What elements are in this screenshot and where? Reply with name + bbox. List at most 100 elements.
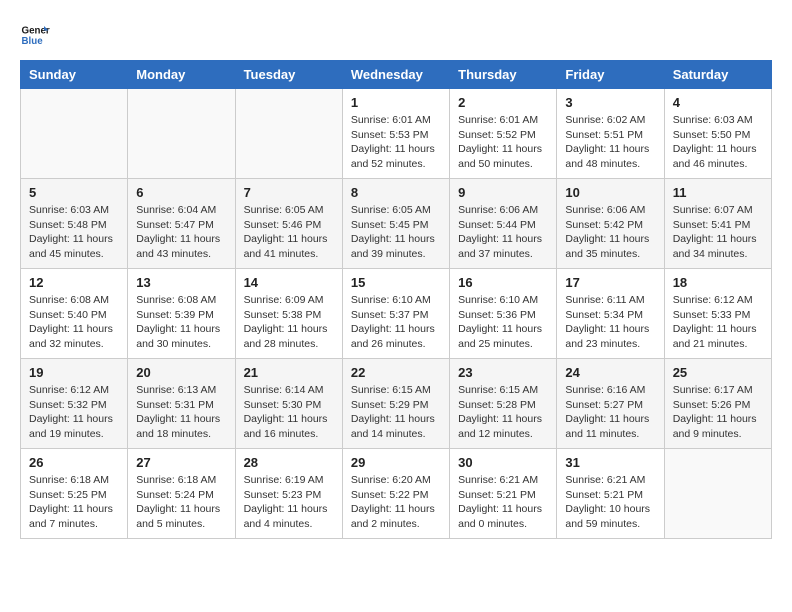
day-number: 31	[565, 455, 655, 470]
day-info: Sunrise: 6:03 AM Sunset: 5:50 PM Dayligh…	[673, 113, 763, 172]
day-number: 19	[29, 365, 119, 380]
day-number: 11	[673, 185, 763, 200]
day-info: Sunrise: 6:15 AM Sunset: 5:28 PM Dayligh…	[458, 383, 548, 442]
day-info: Sunrise: 6:17 AM Sunset: 5:26 PM Dayligh…	[673, 383, 763, 442]
day-number: 13	[136, 275, 226, 290]
day-number: 3	[565, 95, 655, 110]
calendar-week-row: 5 Sunrise: 6:03 AM Sunset: 5:48 PM Daylig…	[21, 179, 772, 269]
calendar-cell: 17 Sunrise: 6:11 AM Sunset: 5:34 PM Dayli…	[557, 269, 664, 359]
calendar-cell: 29 Sunrise: 6:20 AM Sunset: 5:22 PM Dayli…	[342, 449, 449, 539]
calendar-cell: 26Sunrise: 6:18 AM Sunset: 5:25 PM Dayli…	[21, 449, 128, 539]
day-info: Sunrise: 6:13 AM Sunset: 5:31 PM Dayligh…	[136, 383, 226, 442]
day-info: Sunrise: 6:14 AM Sunset: 5:30 PM Dayligh…	[244, 383, 334, 442]
calendar-cell: 30Sunrise: 6:21 AM Sunset: 5:21 PM Dayli…	[450, 449, 557, 539]
day-info: Sunrise: 6:03 AM Sunset: 5:48 PM Dayligh…	[29, 203, 119, 262]
calendar-cell: 27 Sunrise: 6:18 AM Sunset: 5:24 PM Dayli…	[128, 449, 235, 539]
calendar-table: SundayMondayTuesdayWednesdayThursdayFrid…	[20, 60, 772, 539]
day-info: Sunrise: 6:08 AM Sunset: 5:39 PM Dayligh…	[136, 293, 226, 352]
day-info: Sunrise: 6:07 AM Sunset: 5:41 PM Dayligh…	[673, 203, 763, 262]
calendar-cell: 16 Sunrise: 6:10 AM Sunset: 5:36 PM Dayli…	[450, 269, 557, 359]
calendar-cell: 31 Sunrise: 6:21 AM Sunset: 5:21 PM Dayli…	[557, 449, 664, 539]
calendar-cell	[235, 89, 342, 179]
day-info: Sunrise: 6:10 AM Sunset: 5:37 PM Dayligh…	[351, 293, 441, 352]
weekday-header: Monday	[128, 61, 235, 89]
day-number: 29	[351, 455, 441, 470]
day-info: Sunrise: 6:06 AM Sunset: 5:42 PM Dayligh…	[565, 203, 655, 262]
calendar-week-row: 19 Sunrise: 6:12 AM Sunset: 5:32 PM Dayli…	[21, 359, 772, 449]
day-info: Sunrise: 6:09 AM Sunset: 5:38 PM Dayligh…	[244, 293, 334, 352]
day-info: Sunrise: 6:10 AM Sunset: 5:36 PM Dayligh…	[458, 293, 548, 352]
day-number: 17	[565, 275, 655, 290]
day-info: Sunrise: 6:01 AM Sunset: 5:52 PM Dayligh…	[458, 113, 548, 172]
weekday-header: Wednesday	[342, 61, 449, 89]
calendar-cell	[664, 449, 771, 539]
calendar-cell: 4Sunrise: 6:03 AM Sunset: 5:50 PM Daylig…	[664, 89, 771, 179]
calendar-cell: 22Sunrise: 6:15 AM Sunset: 5:29 PM Dayli…	[342, 359, 449, 449]
weekday-header: Tuesday	[235, 61, 342, 89]
day-number: 7	[244, 185, 334, 200]
calendar-week-row: 12 Sunrise: 6:08 AM Sunset: 5:40 PM Dayli…	[21, 269, 772, 359]
calendar-cell: 1 Sunrise: 6:01 AM Sunset: 5:53 PM Daylig…	[342, 89, 449, 179]
day-info: Sunrise: 6:12 AM Sunset: 5:32 PM Dayligh…	[29, 383, 119, 442]
day-info: Sunrise: 6:08 AM Sunset: 5:40 PM Dayligh…	[29, 293, 119, 352]
calendar-header-row: SundayMondayTuesdayWednesdayThursdayFrid…	[21, 61, 772, 89]
svg-text:Blue: Blue	[22, 36, 44, 47]
logo-icon: General Blue	[20, 20, 50, 50]
day-number: 24	[565, 365, 655, 380]
weekday-header: Thursday	[450, 61, 557, 89]
day-info: Sunrise: 6:05 AM Sunset: 5:45 PM Dayligh…	[351, 203, 441, 262]
calendar-cell: 18Sunrise: 6:12 AM Sunset: 5:33 PM Dayli…	[664, 269, 771, 359]
day-number: 9	[458, 185, 548, 200]
day-info: Sunrise: 6:18 AM Sunset: 5:24 PM Dayligh…	[136, 473, 226, 532]
day-number: 28	[244, 455, 334, 470]
day-info: Sunrise: 6:21 AM Sunset: 5:21 PM Dayligh…	[565, 473, 655, 532]
calendar-cell: 8 Sunrise: 6:05 AM Sunset: 5:45 PM Daylig…	[342, 179, 449, 269]
weekday-header: Sunday	[21, 61, 128, 89]
calendar-cell: 13 Sunrise: 6:08 AM Sunset: 5:39 PM Dayli…	[128, 269, 235, 359]
calendar-cell: 6Sunrise: 6:04 AM Sunset: 5:47 PM Daylig…	[128, 179, 235, 269]
day-number: 2	[458, 95, 548, 110]
calendar-cell: 23 Sunrise: 6:15 AM Sunset: 5:28 PM Dayli…	[450, 359, 557, 449]
calendar-cell: 7 Sunrise: 6:05 AM Sunset: 5:46 PM Daylig…	[235, 179, 342, 269]
day-info: Sunrise: 6:20 AM Sunset: 5:22 PM Dayligh…	[351, 473, 441, 532]
day-number: 12	[29, 275, 119, 290]
day-info: Sunrise: 6:11 AM Sunset: 5:34 PM Dayligh…	[565, 293, 655, 352]
weekday-header: Friday	[557, 61, 664, 89]
day-info: Sunrise: 6:01 AM Sunset: 5:53 PM Dayligh…	[351, 113, 441, 172]
day-number: 1	[351, 95, 441, 110]
day-number: 18	[673, 275, 763, 290]
calendar-cell: 2 Sunrise: 6:01 AM Sunset: 5:52 PM Daylig…	[450, 89, 557, 179]
day-number: 21	[244, 365, 334, 380]
day-info: Sunrise: 6:15 AM Sunset: 5:29 PM Dayligh…	[351, 383, 441, 442]
calendar-cell: 12 Sunrise: 6:08 AM Sunset: 5:40 PM Dayli…	[21, 269, 128, 359]
calendar-cell: 21 Sunrise: 6:14 AM Sunset: 5:30 PM Dayli…	[235, 359, 342, 449]
calendar-cell: 25Sunrise: 6:17 AM Sunset: 5:26 PM Dayli…	[664, 359, 771, 449]
calendar-cell	[21, 89, 128, 179]
day-number: 5	[29, 185, 119, 200]
calendar-cell: 20 Sunrise: 6:13 AM Sunset: 5:31 PM Dayli…	[128, 359, 235, 449]
day-info: Sunrise: 6:21 AM Sunset: 5:21 PM Dayligh…	[458, 473, 548, 532]
day-info: Sunrise: 6:04 AM Sunset: 5:47 PM Dayligh…	[136, 203, 226, 262]
calendar-cell: 19 Sunrise: 6:12 AM Sunset: 5:32 PM Dayli…	[21, 359, 128, 449]
calendar-cell: 3Sunrise: 6:02 AM Sunset: 5:51 PM Daylig…	[557, 89, 664, 179]
day-number: 8	[351, 185, 441, 200]
day-info: Sunrise: 6:16 AM Sunset: 5:27 PM Dayligh…	[565, 383, 655, 442]
logo: General Blue	[20, 20, 50, 50]
calendar-cell: 5 Sunrise: 6:03 AM Sunset: 5:48 PM Daylig…	[21, 179, 128, 269]
day-number: 20	[136, 365, 226, 380]
day-number: 23	[458, 365, 548, 380]
calendar-cell: 9Sunrise: 6:06 AM Sunset: 5:44 PM Daylig…	[450, 179, 557, 269]
day-number: 14	[244, 275, 334, 290]
calendar-week-row: 26Sunrise: 6:18 AM Sunset: 5:25 PM Dayli…	[21, 449, 772, 539]
page-header: General Blue	[20, 20, 772, 50]
day-info: Sunrise: 6:18 AM Sunset: 5:25 PM Dayligh…	[29, 473, 119, 532]
calendar-cell	[128, 89, 235, 179]
day-number: 15	[351, 275, 441, 290]
day-info: Sunrise: 6:05 AM Sunset: 5:46 PM Dayligh…	[244, 203, 334, 262]
day-number: 10	[565, 185, 655, 200]
calendar-cell: 14 Sunrise: 6:09 AM Sunset: 5:38 PM Dayli…	[235, 269, 342, 359]
svg-text:General: General	[22, 26, 51, 37]
day-number: 27	[136, 455, 226, 470]
day-number: 16	[458, 275, 548, 290]
calendar-cell: 11 Sunrise: 6:07 AM Sunset: 5:41 PM Dayli…	[664, 179, 771, 269]
